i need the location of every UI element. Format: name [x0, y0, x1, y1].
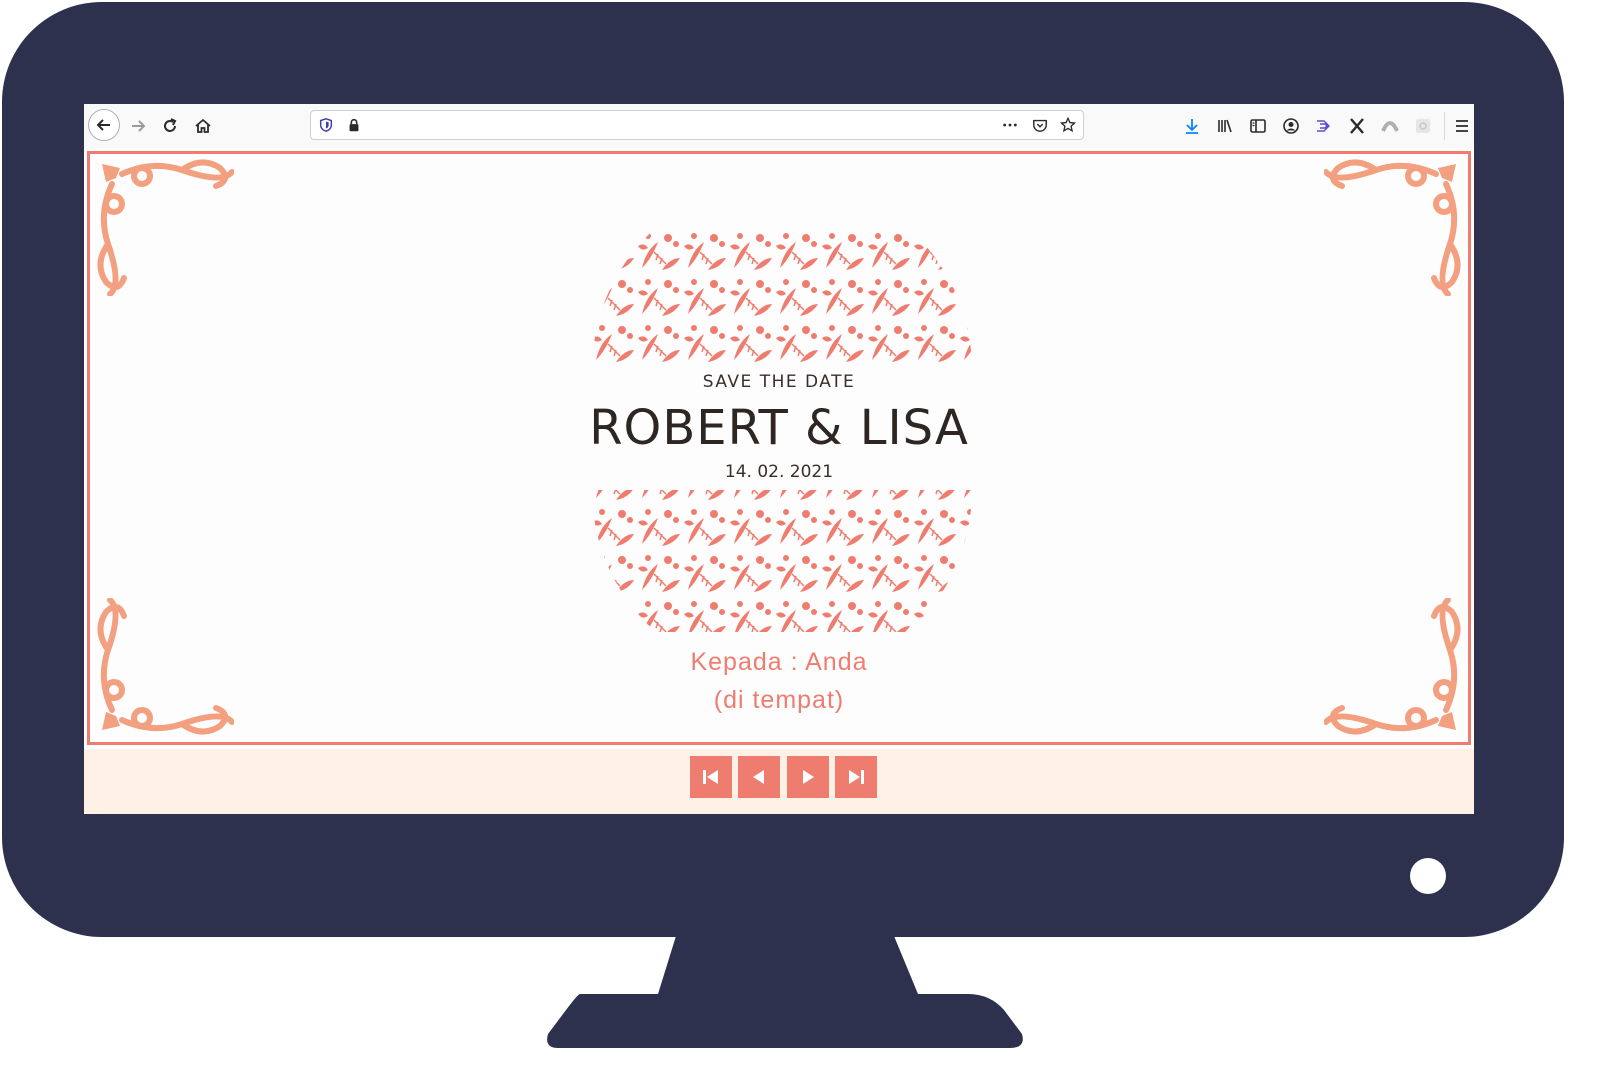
last-page-button[interactable] [835, 756, 877, 798]
recipient-label: Kepada : Anda [690, 648, 868, 676]
star-icon[interactable] [1059, 116, 1077, 134]
send-tab-button[interactable] [1310, 112, 1338, 140]
x-icon [1350, 118, 1364, 134]
forward-icon [132, 120, 146, 132]
library-button[interactable] [1211, 112, 1239, 140]
sidebar-icon [1250, 119, 1266, 133]
account-icon [1283, 118, 1299, 134]
previous-page-button[interactable] [738, 756, 780, 798]
extension2-icon [1416, 119, 1430, 133]
toolbar-divider [1444, 112, 1445, 140]
couple-names: ROBERT & LISA [589, 400, 969, 456]
corner-ornament-bottom-right [1324, 598, 1461, 735]
corner-ornament-top-left [97, 159, 234, 296]
save-the-date-heading: SAVE THE DATE [702, 372, 856, 392]
recipient-place: (di tempat) [713, 686, 845, 714]
lock-icon[interactable] [345, 116, 363, 134]
previous-icon [753, 770, 764, 784]
first-page-button[interactable] [690, 756, 732, 798]
skip-back-icon [703, 770, 718, 784]
page-navigation [84, 749, 1474, 814]
play-icon [803, 770, 814, 784]
home-icon [195, 118, 211, 133]
url-bar[interactable] [310, 110, 1084, 140]
sidebar-button[interactable] [1244, 112, 1272, 140]
back-icon [96, 119, 110, 131]
back-button[interactable] [88, 109, 120, 141]
skip-forward-icon [849, 770, 864, 784]
next-page-button[interactable] [787, 756, 829, 798]
extension2-button[interactable] [1409, 112, 1437, 140]
corner-ornament-bottom-left [97, 598, 234, 735]
menu-button[interactable] [1448, 112, 1474, 140]
shield-icon[interactable] [317, 116, 335, 134]
account-button[interactable] [1277, 112, 1305, 140]
corner-ornament-top-right [1324, 159, 1461, 296]
pocket-icon[interactable] [1031, 116, 1049, 134]
download-button[interactable] [1178, 112, 1206, 140]
screen: SAVE THE DATE ROBERT & LISA 14. 02. 2021… [84, 104, 1474, 814]
send-icon [1317, 120, 1330, 132]
invitation-page: SAVE THE DATE ROBERT & LISA 14. 02. 2021… [84, 148, 1474, 749]
library-icon [1218, 119, 1232, 133]
power-indicator [1410, 858, 1446, 894]
menu-icon [1456, 120, 1468, 132]
extension-icon [1381, 121, 1399, 132]
reload-button[interactable] [156, 112, 184, 140]
home-button[interactable] [189, 112, 217, 140]
more-icon[interactable] [1001, 116, 1019, 134]
extension-button[interactable] [1376, 112, 1404, 140]
browser-toolbar [84, 104, 1474, 149]
wedding-date: 14. 02. 2021 [724, 462, 834, 482]
x-extension-button[interactable] [1343, 112, 1371, 140]
download-icon [1186, 119, 1198, 134]
reload-icon [164, 118, 177, 132]
forward-button[interactable] [124, 112, 152, 140]
